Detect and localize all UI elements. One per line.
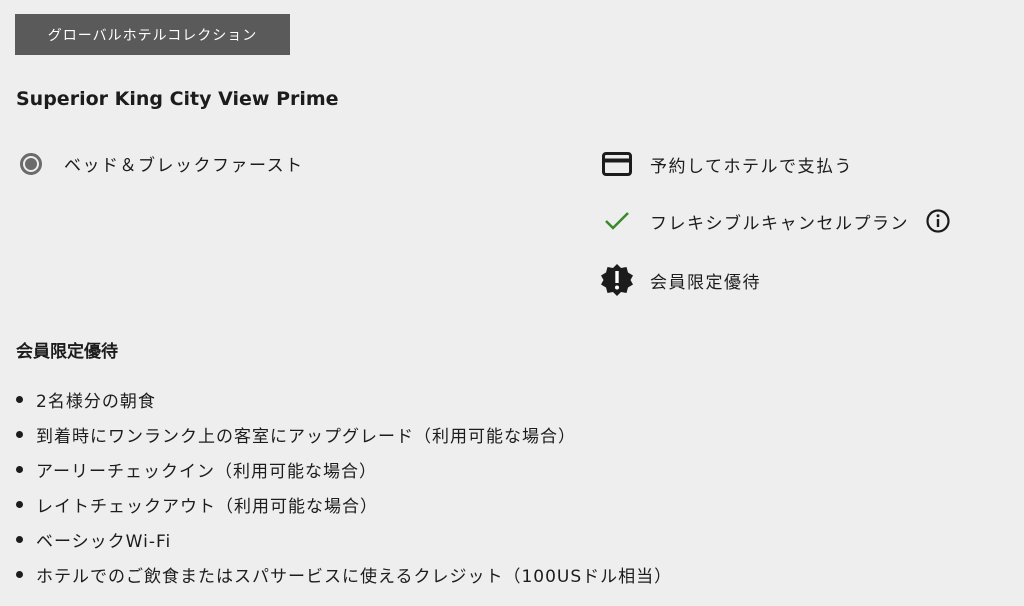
list-item: ベーシックWi-Fi bbox=[16, 522, 672, 557]
radio-selected-icon[interactable] bbox=[20, 152, 42, 175]
bullet-icon bbox=[16, 536, 23, 543]
feature-pay-at-hotel: 予約してホテルで支払う bbox=[600, 149, 853, 179]
checkmark-icon bbox=[600, 206, 634, 236]
bullet-icon bbox=[16, 571, 23, 578]
feature-member-benefit: 会員限定優待 bbox=[600, 264, 761, 296]
brand-badge: グローバルホテルコレクション bbox=[15, 14, 290, 55]
list-item: レイトチェックアウト（利用可能な場合） bbox=[16, 487, 672, 522]
feature-flexible-cancel: フレキシブルキャンセルプラン bbox=[600, 206, 951, 236]
bullet-icon bbox=[16, 501, 23, 508]
bullet-icon bbox=[16, 466, 23, 473]
rate-option-radio[interactable]: ベッド＆ブレックファースト bbox=[20, 151, 304, 176]
list-item: 到着時にワンランク上の客室にアップグレード（利用可能な場合） bbox=[16, 417, 672, 452]
room-title: Superior King City View Prime bbox=[16, 88, 339, 110]
info-icon[interactable] bbox=[925, 208, 951, 234]
rate-option-label: ベッド＆ブレックファースト bbox=[64, 156, 304, 176]
credit-card-icon bbox=[600, 149, 634, 179]
alert-badge-icon bbox=[600, 264, 634, 296]
benefits-title: 会員限定優待 bbox=[16, 342, 118, 362]
benefits-list: 2名様分の朝食 到着時にワンランク上の客室にアップグレード（利用可能な場合） ア… bbox=[16, 382, 672, 592]
feature-label: 会員限定優待 bbox=[650, 272, 761, 293]
list-item: ホテルでのご飲食またはスパサービスに使えるクレジット（100USドル相当） bbox=[16, 557, 672, 592]
feature-label: フレキシブルキャンセルプラン bbox=[650, 213, 909, 234]
list-item: 2名様分の朝食 bbox=[16, 382, 672, 417]
bullet-icon bbox=[16, 396, 23, 403]
list-item: アーリーチェックイン（利用可能な場合） bbox=[16, 452, 672, 487]
feature-label: 予約してホテルで支払う bbox=[650, 156, 853, 177]
bullet-icon bbox=[16, 431, 23, 438]
